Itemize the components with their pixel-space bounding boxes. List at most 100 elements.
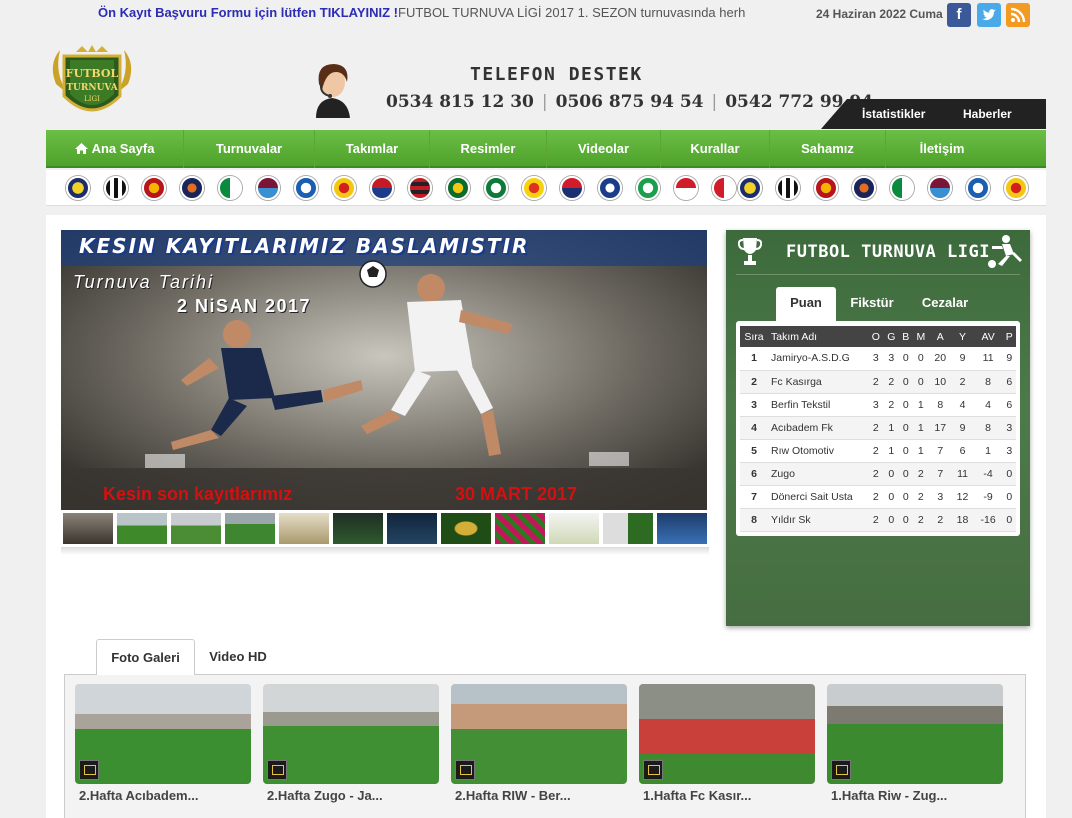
team-logo-icon[interactable] bbox=[294, 176, 318, 200]
twitter-icon[interactable] bbox=[977, 3, 1001, 27]
team-logo-icon[interactable] bbox=[218, 176, 242, 200]
slider-thumbnail[interactable] bbox=[332, 512, 384, 545]
slider-thumbnail[interactable] bbox=[278, 512, 330, 545]
table-row[interactable]: 6 Zugo 2 0 0 2 7 11 -4 0 bbox=[740, 462, 1016, 486]
table-cell: 1 bbox=[912, 416, 930, 440]
gallery-photo[interactable] bbox=[827, 684, 1003, 784]
table-cell: 1 bbox=[740, 347, 768, 371]
gallery-photo[interactable] bbox=[75, 684, 251, 784]
nav-photos[interactable]: Resimler bbox=[430, 130, 547, 168]
nav-home-label: Ana Sayfa bbox=[91, 141, 155, 156]
slider-headline: KESIN KAYITLARIMIZ BASLAMISTIR bbox=[79, 234, 530, 258]
team-logo-icon[interactable] bbox=[560, 176, 584, 200]
trophy-icon bbox=[738, 238, 762, 265]
table-cell: 17 bbox=[929, 416, 952, 440]
table-cell: Rıw Otomotiv bbox=[768, 439, 868, 463]
table-row[interactable]: 4 Acıbadem Fk 2 1 0 1 17 9 8 3 bbox=[740, 416, 1016, 440]
nav-statistics[interactable]: İstatistikler bbox=[862, 107, 925, 121]
team-logo-icon[interactable] bbox=[522, 176, 546, 200]
tab-video-hd[interactable]: Video HD bbox=[195, 639, 281, 675]
tab-fixtures[interactable]: Fikstür bbox=[842, 287, 902, 321]
slider-thumbnail[interactable] bbox=[494, 512, 546, 545]
table-row[interactable]: 1 Jamiryo-A.S.D.G 3 3 0 0 20 9 11 9 bbox=[740, 347, 1016, 371]
team-logo-icon[interactable] bbox=[738, 176, 762, 200]
slider-thumbnail[interactable] bbox=[602, 512, 654, 545]
team-logo-icon[interactable] bbox=[852, 176, 876, 200]
slider-thumbnail[interactable] bbox=[440, 512, 492, 545]
site-logo[interactable]: FUTBOL TURNUVA LIGI bbox=[46, 44, 138, 128]
team-logo-icon[interactable] bbox=[332, 176, 356, 200]
table-row[interactable]: 8 Yıldır Sk 2 0 0 2 2 18 -16 0 bbox=[740, 508, 1016, 532]
table-row[interactable]: 7 Dönerci Sait Usta 2 0 0 2 3 12 -9 0 bbox=[740, 485, 1016, 509]
table-row[interactable]: 2 Fc Kasırga 2 2 0 0 10 2 8 6 bbox=[740, 370, 1016, 394]
team-logo-icon[interactable] bbox=[408, 176, 432, 200]
hero-slider[interactable]: KESIN KAYITLARIMIZ BASLAMISTIR Turnuva T… bbox=[61, 230, 707, 510]
team-logo-icon[interactable] bbox=[142, 176, 166, 200]
table-row[interactable]: 5 Rıw Otomotiv 2 1 0 1 7 6 1 3 bbox=[740, 439, 1016, 463]
slider-thumbnail[interactable] bbox=[386, 512, 438, 545]
table-row[interactable]: 3 Berfin Tekstil 3 2 0 1 8 4 4 6 bbox=[740, 393, 1016, 417]
gallery-photo[interactable] bbox=[451, 684, 627, 784]
ticker-lead[interactable]: Ön Kayıt Başvuru Formu için lütfen TIKLA… bbox=[98, 5, 398, 20]
slider-thumbnail[interactable] bbox=[170, 512, 222, 545]
table-cell: 6 bbox=[1002, 370, 1016, 394]
team-logo-icon[interactable] bbox=[814, 176, 838, 200]
team-logo-icon[interactable] bbox=[256, 176, 280, 200]
nav-contact[interactable]: İletişim bbox=[886, 130, 998, 168]
table-cell: 0 bbox=[883, 508, 900, 532]
gallery-item[interactable]: 2.Hafta Acıbadem... bbox=[75, 684, 251, 803]
nav-our-pitch[interactable]: Sahamız bbox=[770, 130, 886, 168]
table-cell: 0 bbox=[1002, 508, 1016, 532]
nav-tournaments[interactable]: Turnuvalar bbox=[184, 130, 315, 168]
gallery-photo[interactable] bbox=[639, 684, 815, 784]
news-ticker[interactable]: Ön Kayıt Başvuru Formu için lütfen TIKLA… bbox=[98, 5, 798, 20]
nav-news[interactable]: Haberler bbox=[963, 107, 1012, 121]
support-agent-icon bbox=[308, 60, 356, 118]
slider-thumbnail[interactable] bbox=[224, 512, 276, 545]
facebook-icon[interactable]: f bbox=[947, 3, 971, 27]
slider-date: 2 NiSAN 2017 bbox=[177, 296, 312, 316]
gallery-caption[interactable]: 2.Hafta Acıbadem... bbox=[75, 788, 251, 803]
team-logo-icon[interactable] bbox=[636, 176, 660, 200]
phone-number[interactable]: 0506 875 94 54 bbox=[556, 92, 704, 112]
slider-thumbnail[interactable] bbox=[62, 512, 114, 545]
gallery-item[interactable]: 1.Hafta Fc Kasır... bbox=[639, 684, 815, 803]
team-logo-icon[interactable] bbox=[1004, 176, 1028, 200]
slider-thumbnail[interactable] bbox=[656, 512, 708, 545]
slider-thumbnail[interactable] bbox=[116, 512, 168, 545]
gallery-caption[interactable]: 2.Hafta RIW - Ber... bbox=[451, 788, 627, 803]
gallery-caption[interactable]: 1.Hafta Fc Kasır... bbox=[639, 788, 815, 803]
rss-icon[interactable] bbox=[1006, 3, 1030, 27]
nav-videos[interactable]: Videolar bbox=[547, 130, 661, 168]
team-logo-icon[interactable] bbox=[484, 176, 508, 200]
team-logo-icon[interactable] bbox=[598, 176, 622, 200]
phone-number[interactable]: 0534 815 12 30 bbox=[386, 92, 534, 112]
team-logo-icon[interactable] bbox=[776, 176, 800, 200]
team-logo-icon[interactable] bbox=[928, 176, 952, 200]
column-header: B bbox=[899, 326, 913, 347]
tab-standings[interactable]: Puan bbox=[776, 287, 836, 321]
gallery-photo[interactable] bbox=[263, 684, 439, 784]
gallery-caption[interactable]: 2.Hafta Zugo - Ja... bbox=[263, 788, 439, 803]
table-cell: Acıbadem Fk bbox=[768, 416, 868, 440]
team-logo-icon[interactable] bbox=[370, 176, 394, 200]
team-logo-icon[interactable] bbox=[966, 176, 990, 200]
ticker-rest[interactable]: FUTBOL TURNUVA LİGİ 2017 1. SEZON turnuv… bbox=[398, 5, 745, 20]
tab-photo-gallery[interactable]: Foto Galeri bbox=[96, 639, 195, 675]
team-logo-icon[interactable] bbox=[180, 176, 204, 200]
team-logo-icon[interactable] bbox=[104, 176, 128, 200]
nav-teams[interactable]: Takımlar bbox=[315, 130, 430, 168]
team-logo-icon[interactable] bbox=[890, 176, 914, 200]
team-logo-icon[interactable] bbox=[712, 176, 736, 200]
team-logo-icon[interactable] bbox=[446, 176, 470, 200]
team-logo-icon[interactable] bbox=[674, 176, 698, 200]
tab-penalties[interactable]: Cezalar bbox=[912, 287, 978, 321]
gallery-caption[interactable]: 1.Hafta Riw - Zug... bbox=[827, 788, 1003, 803]
nav-home[interactable]: Ana Sayfa bbox=[46, 130, 184, 168]
gallery-item[interactable]: 2.Hafta RIW - Ber... bbox=[451, 684, 627, 803]
gallery-item[interactable]: 1.Hafta Riw - Zug... bbox=[827, 684, 1003, 803]
team-logo-icon[interactable] bbox=[66, 176, 90, 200]
gallery-item[interactable]: 2.Hafta Zugo - Ja... bbox=[263, 684, 439, 803]
nav-rules[interactable]: Kurallar bbox=[661, 130, 770, 168]
slider-thumbnail[interactable] bbox=[548, 512, 600, 545]
